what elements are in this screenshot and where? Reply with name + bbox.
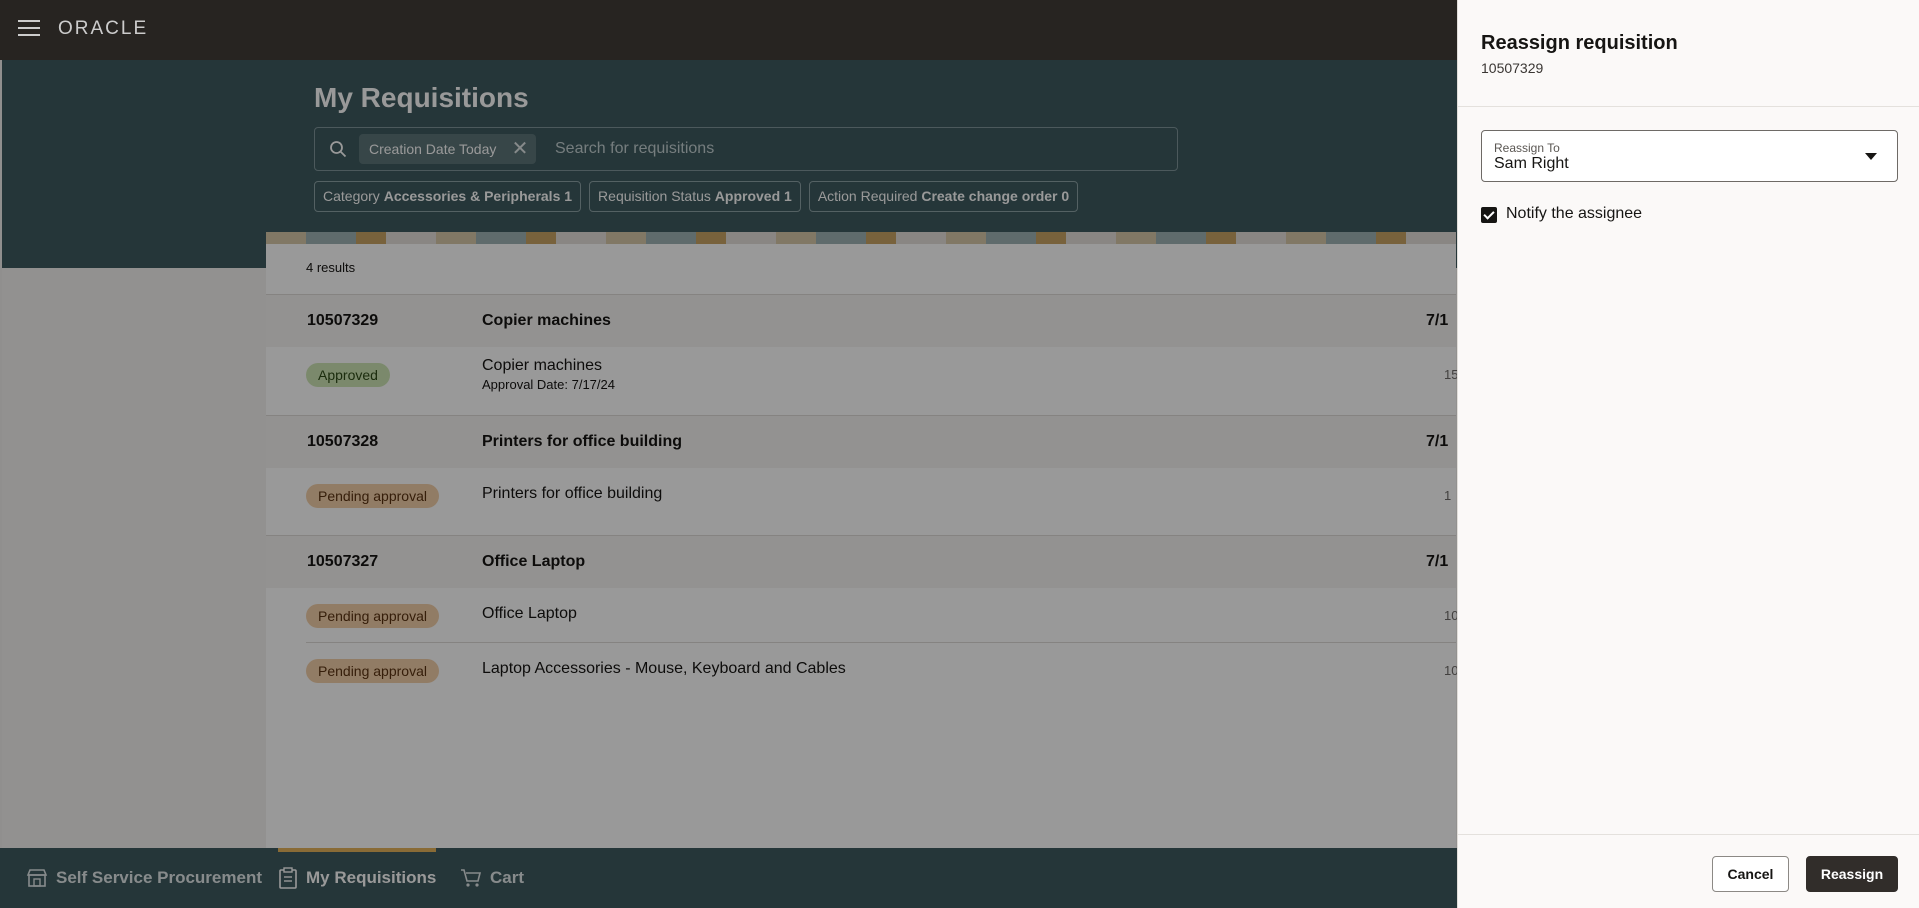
drawer-subtitle: 10507329	[1481, 60, 1544, 76]
topbar-modal-overlay	[0, 0, 1457, 60]
bottom-navigation: Self Service Procurement My Requisitions…	[0, 848, 1457, 908]
nav-modal-overlay	[0, 848, 1457, 908]
divider	[1458, 106, 1919, 107]
divider	[1458, 834, 1919, 835]
notify-assignee-label[interactable]: Notify the assignee	[1506, 205, 1642, 223]
cancel-button[interactable]: Cancel	[1712, 856, 1789, 892]
reassign-button[interactable]: Reassign	[1806, 856, 1898, 892]
notify-assignee-checkbox[interactable]	[1481, 207, 1497, 223]
chevron-down-icon[interactable]	[1865, 153, 1877, 160]
reassign-to-label: Reassign To	[1494, 141, 1560, 155]
reassign-to-value: Sam Right	[1494, 155, 1569, 172]
drawer-title: Reassign requisition	[1481, 32, 1678, 54]
modal-overlay[interactable]	[0, 60, 1457, 848]
reassign-to-select[interactable]: Reassign To Sam Right	[1481, 130, 1898, 182]
reassign-drawer: Reassign requisition 10507329 Reassign T…	[1457, 0, 1919, 908]
